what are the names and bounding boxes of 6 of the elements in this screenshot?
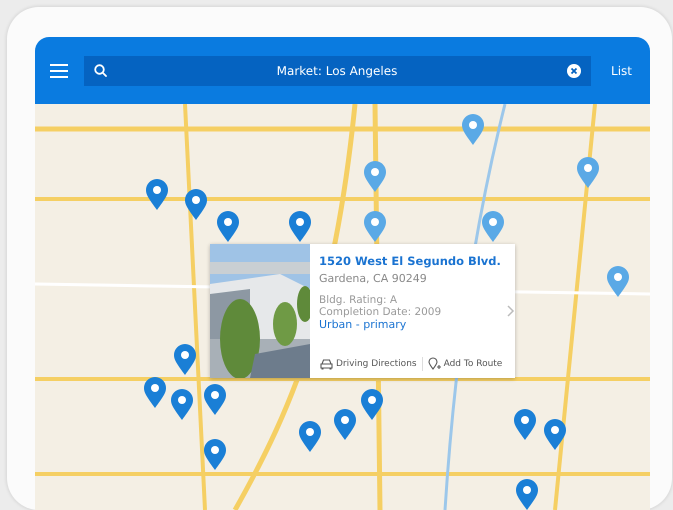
menu-icon[interactable] — [50, 64, 68, 78]
clear-icon[interactable] — [567, 64, 582, 78]
search-icon — [94, 64, 107, 77]
search-bar[interactable]: Market: Los Angeles — [84, 56, 592, 86]
list-button[interactable]: List — [607, 62, 636, 80]
search-field[interactable]: Market: Los Angeles — [115, 64, 560, 78]
